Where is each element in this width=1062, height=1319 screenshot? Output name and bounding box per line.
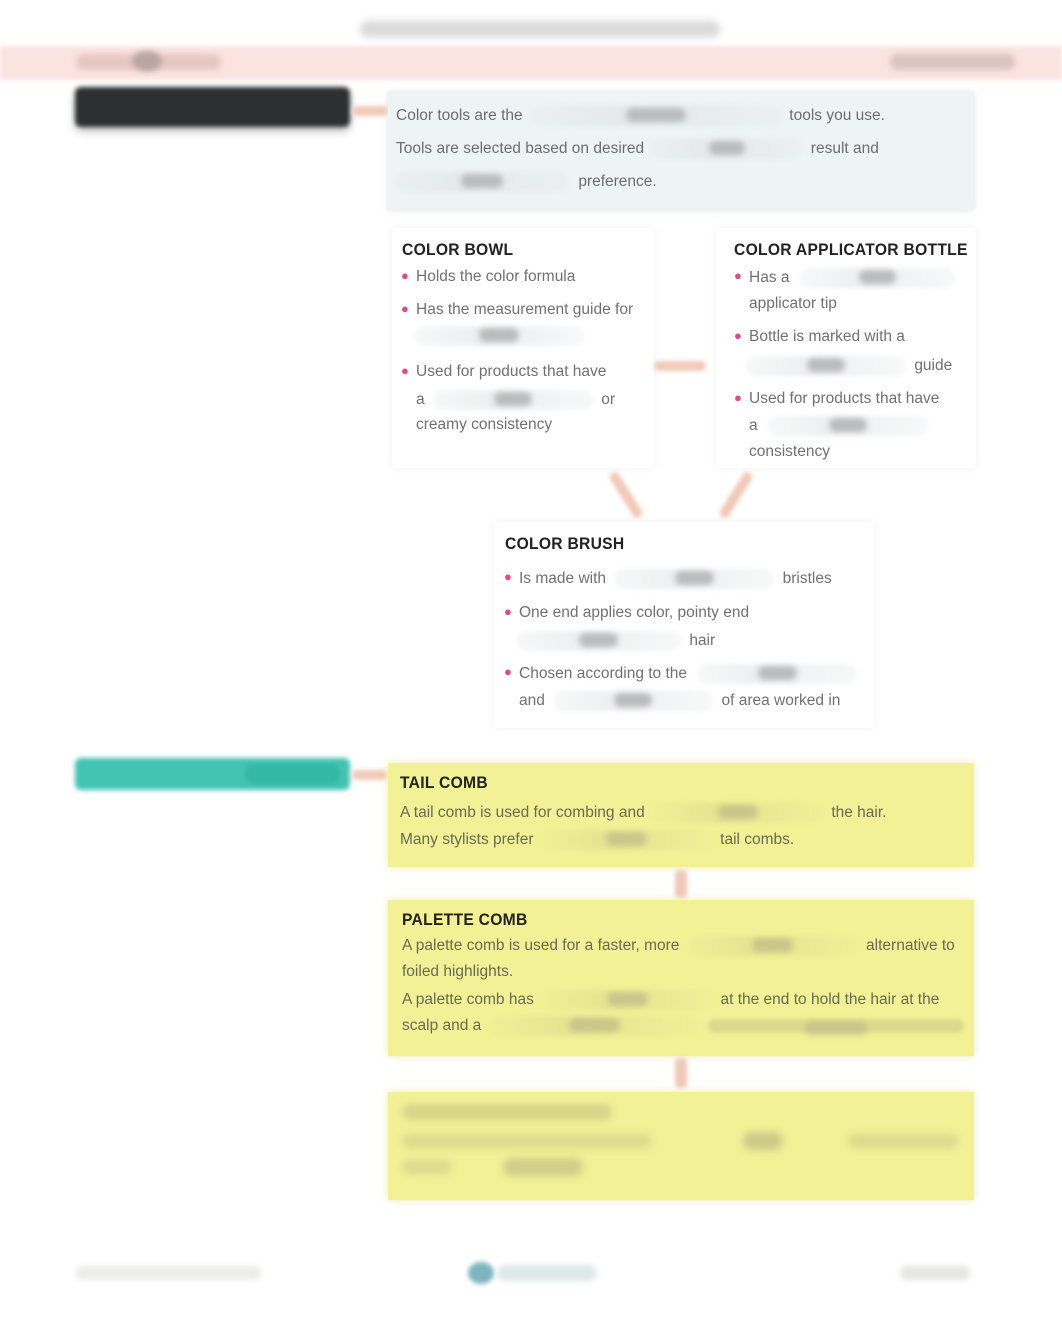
footer-brand-redacted	[497, 1265, 597, 1281]
applicator-bottle-card: COLOR APPLICATOR BOTTLE ● Has a applicat…	[716, 228, 976, 468]
fill-in-blank[interactable]	[553, 691, 714, 711]
bullet-item: ● One end applies color, pointy end	[504, 604, 750, 621]
text-line: A tail comb is used for combing and the …	[400, 803, 887, 823]
bullet-item: ● Used for products that have	[734, 390, 940, 407]
fill-in-blank[interactable]	[542, 990, 713, 1010]
footer-page-number-redacted	[900, 1266, 970, 1280]
card-title: COLOR BRUSH	[505, 534, 625, 553]
redacted-text	[707, 1019, 964, 1033]
bullet-item: ● Has a	[734, 268, 955, 288]
fill-in-blank[interactable]	[432, 390, 593, 410]
third-comb-card-redacted	[388, 1092, 974, 1200]
bullet-item: ● Chosen according to the	[504, 664, 858, 684]
bullet-item: ● Is made with bristles	[504, 569, 832, 589]
bullet-icon: ●	[734, 268, 742, 283]
fill-in-blank[interactable]	[743, 1132, 783, 1150]
bullet-icon: ●	[401, 301, 409, 316]
page-label-redacted	[890, 54, 1015, 70]
bullet-icon: ●	[401, 363, 409, 378]
bullet-icon: ●	[504, 604, 512, 619]
fill-in-blank[interactable]	[530, 106, 781, 126]
bullet-continuation: creamy consistency	[416, 416, 553, 433]
text-line: scalp and a	[402, 1016, 964, 1036]
document-title-redacted	[360, 18, 720, 40]
bullet-continuation: a or	[416, 390, 616, 410]
text-line: foiled highlights.	[402, 963, 514, 980]
section-label-color-tools	[75, 87, 350, 127]
fill-in-blank[interactable]	[687, 936, 858, 956]
text-redacted	[402, 1134, 652, 1148]
bullet-icon: ●	[734, 390, 742, 405]
bullet-continuation: guide	[746, 356, 952, 376]
card-title-redacted	[402, 1104, 612, 1120]
bullet-icon: ●	[504, 664, 512, 679]
intro-line-2: Tools are selected based on desired resu…	[396, 139, 879, 159]
intro-line-3: preference.	[396, 172, 657, 192]
fill-in-blank[interactable]	[614, 569, 775, 589]
connector-bottle-to-brush	[717, 470, 755, 520]
palette-comb-card: PALETTE COMB A palette comb is used for …	[388, 900, 974, 1056]
card-title: TAIL COMB	[400, 773, 488, 792]
text-line: A palette comb has at the end to hold th…	[402, 990, 940, 1010]
intro-box: Color tools are the tools you use. Tools…	[388, 92, 974, 210]
footer-logo-icon	[468, 1262, 494, 1284]
bullet-continuation: and of area worked in	[519, 691, 841, 711]
fill-in-blank[interactable]	[396, 172, 568, 192]
connector-tail-to-palette	[675, 870, 687, 898]
bullet-icon: ●	[504, 569, 512, 584]
text-redacted	[848, 1134, 958, 1148]
chapter-badge-redacted	[132, 51, 162, 71]
connector-palette-to-next	[675, 1058, 687, 1088]
fill-in-blank[interactable]	[414, 326, 584, 346]
text-redacted	[402, 1160, 452, 1174]
fill-in-blank[interactable]	[799, 268, 955, 288]
color-bowl-card: COLOR BOWL ● Holds the color formula ● H…	[392, 228, 654, 468]
card-title: COLOR APPLICATOR BOTTLE	[734, 240, 968, 259]
bullet-continuation: hair	[516, 631, 715, 651]
text-line: A palette comb is used for a faster, mor…	[402, 936, 955, 956]
bullet-item: ● Bottle is marked with a	[734, 328, 905, 345]
fill-in-blank[interactable]	[503, 1158, 583, 1176]
fill-in-blank[interactable]	[746, 356, 906, 376]
section-label-combs	[75, 758, 350, 790]
connector-arrow	[352, 106, 388, 116]
bullet-icon: ●	[401, 268, 409, 283]
text-line: Many stylists prefer tail combs.	[400, 830, 795, 850]
card-title: PALETTE COMB	[402, 910, 528, 929]
connector-arrow	[352, 770, 388, 780]
bullet-icon: ●	[734, 328, 742, 343]
bullet-continuation: a	[749, 416, 928, 436]
fill-in-blank[interactable]	[652, 139, 803, 159]
fill-in-blank[interactable]	[653, 803, 823, 823]
bullet-item: ● Used for products that have	[401, 363, 607, 380]
color-brush-card: COLOR BRUSH ● Is made with bristles ● On…	[494, 522, 874, 728]
bullet-continuation: consistency	[749, 443, 830, 460]
fill-in-blank[interactable]	[489, 1016, 700, 1036]
fill-in-blank[interactable]	[541, 830, 712, 850]
intro-line-1: Color tools are the tools you use.	[396, 106, 885, 126]
fill-in-blank[interactable]	[697, 664, 858, 684]
footer-copyright-redacted	[76, 1266, 261, 1280]
connector-bowl-to-bottle	[654, 361, 706, 371]
bullet-continuation: applicator tip	[749, 295, 837, 312]
connector-bowl-to-brush	[607, 470, 645, 520]
bullet-item: ● Has the measurement guide for	[401, 301, 634, 318]
bullet-item: ● Holds the color formula	[401, 268, 576, 285]
fill-in-blank[interactable]	[767, 416, 928, 436]
tail-comb-card: TAIL COMB A tail comb is used for combin…	[388, 763, 974, 867]
fill-in-blank[interactable]	[516, 631, 681, 651]
card-title: COLOR BOWL	[402, 240, 514, 259]
